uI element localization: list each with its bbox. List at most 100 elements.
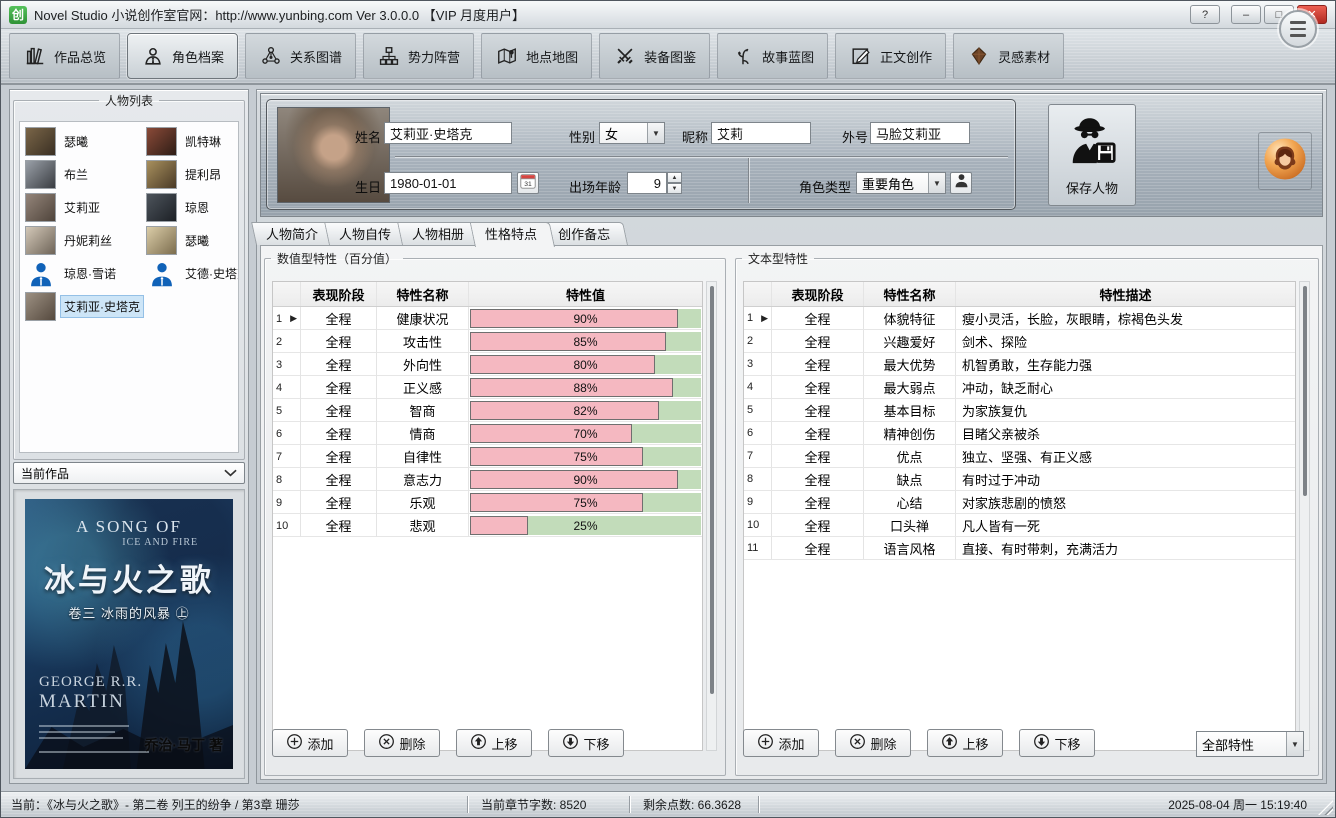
numeric-trait-row[interactable]: 8▶ 全程 意志力 90% [273, 468, 702, 491]
age-stepper[interactable]: ▲▼ [667, 172, 682, 194]
table-action-button[interactable]: 上移 [927, 729, 1003, 757]
gender-select[interactable]: 女▼ [599, 122, 665, 144]
trait-filter-select[interactable]: 全部特性▼ [1196, 731, 1304, 757]
toolbar-button[interactable]: 地点地图 [481, 33, 592, 79]
numeric-trait-row[interactable]: 4▶ 全程 正义感 88% [273, 376, 702, 399]
numeric-trait-row[interactable]: 7▶ 全程 自律性 75% [273, 445, 702, 468]
numeric-trait-row[interactable]: 9▶ 全程 乐观 75% [273, 491, 702, 514]
character-item[interactable]: 艾德·史塔克 [143, 257, 239, 290]
numeric-trait-row[interactable]: 2▶ 全程 攻击性 85% [273, 330, 702, 353]
trait-stage: 全程 [301, 514, 377, 537]
books-icon [23, 44, 47, 68]
current-row-icon: ▶ [290, 313, 297, 324]
table-action-button[interactable]: 上移 [456, 729, 532, 757]
trait-value-bar: 70% [470, 424, 701, 443]
numeric-trait-row[interactable]: 1▶ 全程 健康状况 90% [273, 307, 702, 330]
calendar-button[interactable]: 31 [517, 172, 539, 194]
numeric-traits-group: 数值型特性（百分值） 表现阶段 特性名称 特性值 1▶ 全程 健康状况 [264, 250, 726, 776]
character-avatar [25, 292, 56, 321]
menu-button[interactable] [1279, 10, 1317, 48]
text-trait-row[interactable]: 10▶ 全程 口头禅 凡人皆有一死 [744, 514, 1295, 537]
toolbar-button[interactable]: 装备图鉴 [599, 33, 710, 79]
calendar-icon: 31 [519, 172, 537, 195]
toolbar-button[interactable]: 角色档案 [127, 33, 238, 79]
character-item[interactable]: 艾莉亚 [22, 191, 143, 224]
trait-name: 自律性 [377, 445, 469, 468]
detective-save-icon [1064, 113, 1120, 174]
character-item[interactable]: 布兰 [22, 158, 143, 191]
status-datetime: 2025-08-04 周一 15:19:40 [1168, 792, 1307, 817]
trait-stage: 全程 [301, 376, 377, 399]
character-item[interactable]: 丹妮莉丝 [22, 224, 143, 257]
numeric-trait-row[interactable]: 3▶ 全程 外向性 80% [273, 353, 702, 376]
save-character-button[interactable]: 保存人物 [1048, 104, 1136, 206]
text-trait-row[interactable]: 8▶ 全程 缺点 有时过于冲动 [744, 468, 1295, 491]
toolbar-button[interactable]: 势力阵营 [363, 33, 474, 79]
assistant-button[interactable] [1258, 132, 1312, 190]
novel-studio-window: { "window": { "icon_glyph": "创", "title"… [0, 0, 1336, 818]
character-avatar [146, 160, 177, 189]
toolbar-button-label: 装备图鉴 [644, 47, 696, 66]
birthday-input[interactable] [384, 172, 512, 194]
character-item[interactable]: 瑟曦 [22, 125, 143, 158]
trait-value-label: 90% [470, 470, 701, 489]
character-item[interactable]: 凯特琳 [143, 125, 239, 158]
step-down-icon[interactable]: ▼ [667, 183, 682, 194]
text-trait-row[interactable]: 1▶ 全程 体貌特征 瘦小灵活，长脸，灰眼睛，棕褐色头发 [744, 307, 1295, 330]
alias-input[interactable] [870, 122, 970, 144]
nickname-input[interactable] [711, 122, 811, 144]
trait-stage: 全程 [301, 353, 377, 376]
text-trait-row[interactable]: 9▶ 全程 心结 对家族悲剧的愤怒 [744, 491, 1295, 514]
text-trait-row[interactable]: 7▶ 全程 优点 独立、坚强、有正义感 [744, 445, 1295, 468]
toolbar-button[interactable]: 灵感素材 [953, 33, 1064, 79]
traits-tab-content: 数值型特性（百分值） 表现阶段 特性名称 特性值 1▶ 全程 健康状况 [260, 245, 1323, 780]
trait-description: 目睹父亲被杀 [956, 422, 1295, 444]
trait-name: 正义感 [377, 376, 469, 399]
numeric-trait-row[interactable]: 5▶ 全程 智商 82% [273, 399, 702, 422]
age-input[interactable] [627, 172, 667, 194]
text-trait-row[interactable]: 4▶ 全程 最大弱点 冲动，缺乏耐心 [744, 376, 1295, 399]
current-work-select[interactable]: 当前作品 [13, 462, 245, 484]
table-action-button[interactable]: 删除 [835, 729, 911, 757]
numeric-table-scrollbar[interactable] [706, 281, 717, 751]
table-action-button[interactable]: 添加 [272, 729, 348, 757]
toolbar-button[interactable]: 故事蓝图 [717, 33, 828, 79]
trait-description: 有时过于冲动 [956, 468, 1295, 490]
minimize-button[interactable]: – [1231, 5, 1261, 24]
toolbar-button[interactable]: 正文创作 [835, 33, 946, 79]
character-item[interactable]: 琼恩·雪诺 [22, 257, 143, 290]
plus-circle-icon [286, 733, 303, 753]
name-input[interactable] [384, 122, 512, 144]
orgchart-icon [377, 44, 401, 68]
role-type-person-button[interactable] [950, 172, 972, 194]
character-item[interactable]: 瑟曦 [143, 224, 239, 257]
resize-grip-icon[interactable] [1318, 800, 1333, 815]
toolbar-button[interactable]: 作品总览 [9, 33, 120, 79]
text-trait-row[interactable]: 11▶ 全程 语言风格 直接、有时带刺，充满活力 [744, 537, 1295, 560]
tab[interactable]: 性格特点 [475, 222, 555, 245]
character-item[interactable]: 艾莉亚·史塔克 [22, 290, 143, 323]
table-action-button[interactable]: 下移 [548, 729, 624, 757]
step-up-icon[interactable]: ▲ [667, 172, 682, 183]
character-avatar [146, 193, 177, 222]
text-trait-row[interactable]: 6▶ 全程 精神创伤 目睹父亲被杀 [744, 422, 1295, 445]
table-action-button[interactable]: 下移 [1019, 729, 1095, 757]
tab[interactable]: 创作备忘 [548, 222, 628, 245]
numeric-trait-row[interactable]: 6▶ 全程 情商 70% [273, 422, 702, 445]
text-trait-row[interactable]: 5▶ 全程 基本目标 为家族复仇 [744, 399, 1295, 422]
text-trait-row[interactable]: 2▶ 全程 兴趣爱好 剑术、探险 [744, 330, 1295, 353]
trait-name: 最大优势 [864, 353, 956, 375]
table-action-button[interactable]: 添加 [743, 729, 819, 757]
numeric-trait-row[interactable]: 10▶ 全程 悲观 25% [273, 514, 702, 537]
character-item[interactable]: 琼恩 [143, 191, 239, 224]
text-table-scrollbar[interactable] [1299, 281, 1310, 751]
role-type-select[interactable]: 重要角色▼ [856, 172, 946, 194]
help-button[interactable]: ? [1190, 5, 1220, 24]
table-action-button[interactable]: 删除 [364, 729, 440, 757]
network-icon [259, 44, 283, 68]
character-item[interactable]: 提利昂 [143, 158, 239, 191]
window-title: Novel Studio 小说创作室官网：http://www.yunbing.… [34, 5, 525, 24]
text-trait-row[interactable]: 3▶ 全程 最大优势 机智勇敢，生存能力强 [744, 353, 1295, 376]
toolbar-button[interactable]: 关系图谱 [245, 33, 356, 79]
trait-name: 精神创伤 [864, 422, 956, 444]
